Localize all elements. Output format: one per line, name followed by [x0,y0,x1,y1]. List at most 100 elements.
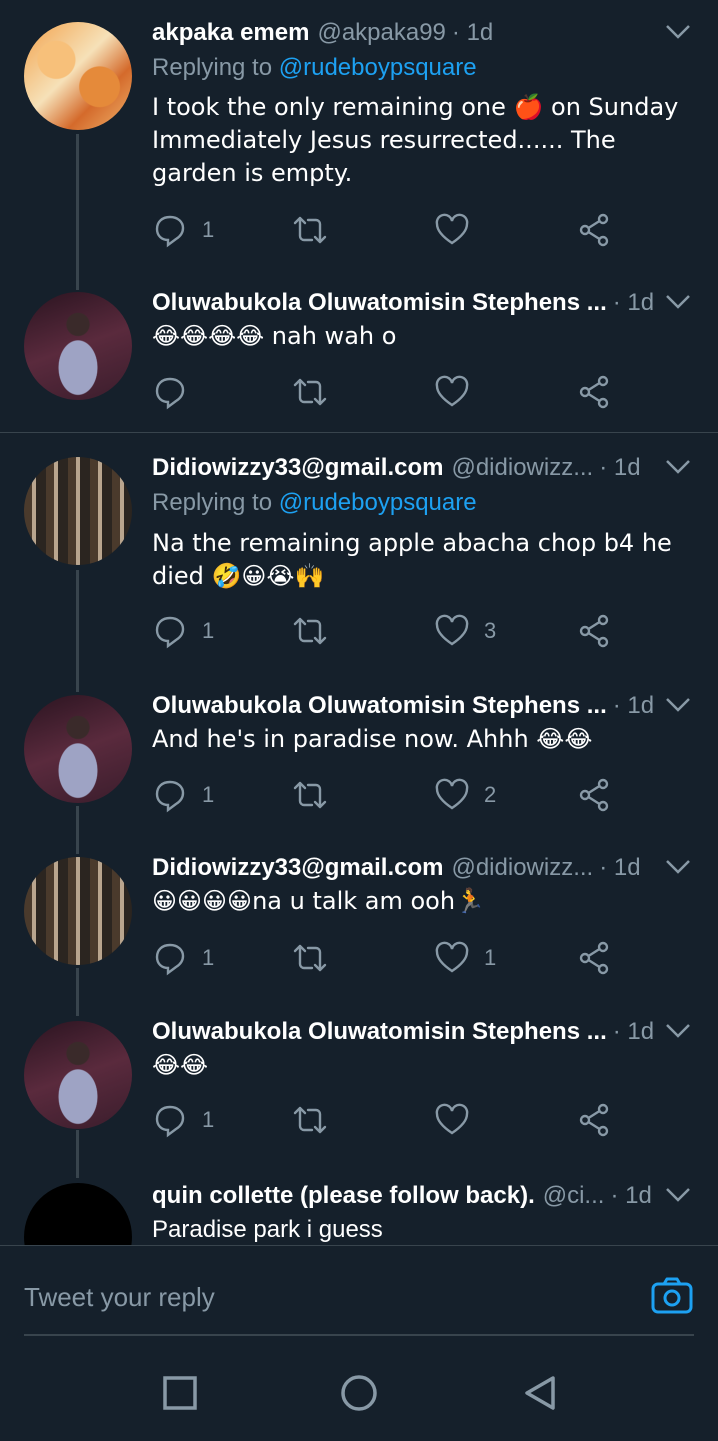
timestamp: · 1d [610,1182,652,1209]
heart-icon [435,1103,469,1135]
username[interactable]: @ci... [543,1182,605,1210]
share-button[interactable] [576,210,612,250]
retweet-button[interactable] [292,938,328,978]
avatar[interactable] [24,1021,132,1129]
tweet[interactable]: quin collette (please follow back). @ci.… [0,1169,718,1245]
share-button[interactable] [576,938,612,978]
share-button[interactable] [576,611,612,651]
reply-button[interactable]: 1 [152,1100,214,1140]
retweet-icon [293,216,327,244]
share-icon [579,1103,609,1137]
tweet-text: Paradise park i guess [152,1216,383,1243]
share-icon [579,614,609,648]
timestamp: · 1d [612,1018,655,1045]
display-name[interactable]: Oluwabukola Oluwatomisin Stephens ... [152,289,607,317]
chevron-down-icon[interactable] [664,1021,692,1041]
retweet-button[interactable] [292,775,328,815]
tweet-text: 😂😂😂😂 nah wah o [152,322,397,350]
like-button[interactable] [434,210,484,250]
avatar[interactable] [24,1183,132,1245]
chevron-down-icon[interactable] [664,1185,692,1205]
tweet[interactable]: Oluwabukola Oluwatomisin Stephens ... · … [0,280,718,432]
home-circle-icon[interactable] [339,1373,379,1413]
reply-icon [155,780,185,813]
reply-button[interactable]: 1 [152,938,214,978]
reply-button[interactable]: 1 [152,611,214,651]
chevron-down-icon[interactable] [664,695,692,715]
chevron-down-icon[interactable] [664,22,692,42]
retweet-button[interactable] [292,210,342,250]
reply-count: 1 [202,618,215,643]
reply-count: 1 [202,945,215,970]
like-button[interactable] [434,1100,470,1140]
display-name[interactable]: Didiowizzy33@gmail.com [152,854,443,882]
display-name[interactable]: Didiowizzy33@gmail.com [152,454,443,482]
like-button[interactable]: 2 [434,775,496,815]
recents-square-icon[interactable] [160,1373,200,1413]
chevron-down-icon[interactable] [664,457,692,477]
display-name[interactable]: Oluwabukola Oluwatomisin Stephens ... [152,1018,607,1046]
tweet-actions: 1 [152,210,622,250]
heart-icon [435,614,469,646]
reply-icon [155,1105,185,1138]
heart-icon [435,213,469,245]
replying-to-link[interactable]: @rudeboypsquare [279,54,477,81]
timestamp: · 1d [599,454,641,481]
reply-composer: Tweet your reply [0,1245,718,1344]
heart-icon [435,778,469,810]
back-triangle-icon[interactable] [520,1373,560,1413]
username[interactable]: @akpaka99 [317,19,445,47]
reply-input[interactable]: Tweet your reply [24,1282,215,1313]
replying-to-link[interactable]: @rudeboypsquare [279,489,477,516]
reply-icon [155,215,185,248]
timestamp: · 1d [612,692,655,719]
tweet[interactable]: Didiowizzy33@gmail.com @didiowizz... · 1… [0,433,718,681]
retweet-icon [293,944,327,972]
avatar[interactable] [24,292,132,400]
avatar[interactable] [24,457,132,565]
display-name[interactable]: Oluwabukola Oluwatomisin Stephens ... [152,692,607,720]
retweet-button[interactable] [292,1100,328,1140]
tweet-text: And he's in paradise now. Ahhh 😂😂 [152,725,593,753]
reply-button[interactable]: 1 [152,775,214,815]
tweet[interactable]: akpaka emem @akpaka99 · 1d Replying to @… [0,0,718,280]
share-button[interactable] [576,1100,612,1140]
like-button[interactable] [434,372,470,412]
retweet-button[interactable] [292,372,328,412]
chevron-down-icon[interactable] [664,857,692,877]
reply-icon [155,616,185,649]
display-name[interactable]: quin collette (please follow back). [152,1182,535,1210]
reply-button[interactable]: 1 [152,210,214,250]
share-button[interactable] [576,775,612,815]
tweet-actions: 1 2 [152,775,622,815]
tweet[interactable]: Oluwabukola Oluwatomisin Stephens ... · … [0,1007,718,1169]
camera-icon[interactable] [650,1274,694,1318]
reply-button[interactable] [152,372,188,412]
tweet-actions [152,372,622,412]
tweet-actions: 1 [152,1100,622,1140]
username[interactable]: @didiowizz... [451,454,593,482]
avatar[interactable] [24,695,132,803]
like-button[interactable]: 1 [434,938,496,978]
tweet[interactable]: Oluwabukola Oluwatomisin Stephens ... · … [0,681,718,845]
avatar[interactable] [24,857,132,965]
reply-count: 1 [202,217,215,242]
tweet[interactable]: Didiowizzy33@gmail.com @didiowizz... · 1… [0,845,718,1007]
heart-icon [435,375,469,407]
retweet-icon [293,781,327,809]
like-button[interactable]: 3 [434,611,496,651]
retweet-icon [293,617,327,645]
chevron-down-icon[interactable] [664,292,692,312]
timestamp: · 1d [451,19,494,46]
reply-input-underline [24,1334,694,1336]
share-icon [579,941,609,975]
share-icon [579,375,609,409]
avatar[interactable] [24,22,132,130]
display-name[interactable]: akpaka emem [152,19,309,47]
reply-icon [155,377,185,410]
reply-count: 1 [202,1107,215,1132]
retweet-button[interactable] [292,611,328,651]
username[interactable]: @didiowizz... [451,854,593,882]
share-button[interactable] [576,372,612,412]
retweet-icon [293,378,327,406]
